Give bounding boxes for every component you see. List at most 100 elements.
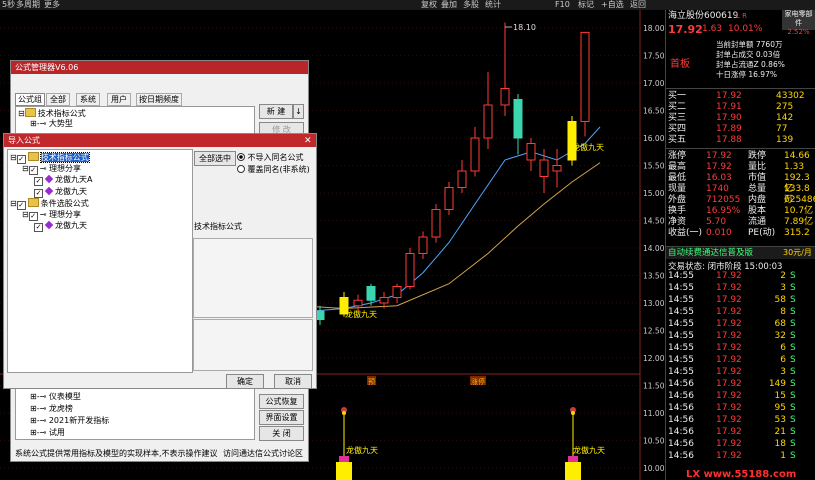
key-icon: ⊸ — [39, 209, 47, 219]
tab-all[interactable]: 全部 — [46, 93, 70, 106]
stat-row: 收益(一) 0.010 PE(动) 315.2 — [668, 228, 810, 238]
tb-multi-period[interactable]: 多周期 — [16, 0, 40, 10]
import-tree-item[interactable]: ⊟ ✓ 条件选股公式 — [10, 198, 89, 210]
import-tree-item[interactable]: ⊟ ✓ ⊸ 理想分享 — [22, 164, 81, 175]
price-tick: 15.50 — [643, 162, 665, 171]
tick-row: 14:55 17.92 68 S — [668, 319, 796, 329]
tick-row: 14:55 17.92 58 S — [668, 295, 796, 305]
price-pct: 10.01% — [728, 24, 763, 34]
tb-mark[interactable]: 标记 — [578, 0, 594, 10]
tb-back[interactable]: 返回 — [630, 0, 646, 10]
tree-item-2021[interactable]: ⊞-⊸ 2021新开发指标 — [30, 416, 109, 426]
ui-settings-button[interactable]: 界面设置 — [259, 410, 304, 425]
price-tick: 16.00 — [643, 134, 665, 143]
candle — [580, 31, 590, 137]
import-tree[interactable]: ⊟ ✓ 技术指标公式 ⊟ ✓ ⊸ 理想分享 ✓ 龙傲九天A ✓ 龙傲九天 ⊟ ✓ 条件选股公式 ⊟ ✓ ⊸ 理… — [7, 149, 193, 373]
signal-label-ind-2: 龙傲九天 — [573, 445, 605, 455]
signal-label-upper: 龙傲九天 — [572, 142, 604, 152]
stat-row: 外盘 712055 内盘 625486 — [668, 195, 815, 205]
ok-button[interactable]: 确定 — [226, 374, 264, 389]
tb-add-watch[interactable]: +自选 — [601, 0, 624, 10]
tree-item-trial[interactable]: ⊞-⊸ 试用 — [30, 428, 65, 438]
key-icon: ⊸ — [39, 416, 47, 425]
tab-system[interactable]: 系统 — [76, 93, 100, 106]
indicator-signal-1: 龙傲九天 — [336, 407, 378, 480]
order-row: 买五 17.88 139 — [668, 135, 794, 145]
tb-fuquan[interactable]: 复权 — [421, 0, 437, 10]
candle — [526, 138, 536, 171]
signal-label-lower: 龙傲九天 — [345, 309, 377, 319]
tick-row: 14:55 17.92 6 S — [668, 343, 796, 353]
checkbox-checked-icon[interactable]: ✓ — [28, 165, 38, 175]
price-tick: 11.00 — [643, 409, 665, 418]
order-row: 买二 17.91 275 — [668, 102, 794, 112]
import-tree-item[interactable]: ⊟ ✓ ⊸ 理想分享 — [22, 209, 81, 221]
tree-item-lhb[interactable]: ⊞-⊸ 龙虎榜 — [30, 404, 73, 414]
candle — [513, 94, 523, 155]
checkbox-checked-icon[interactable]: ✓ — [28, 211, 38, 221]
order-row: 买一 17.92 43302 — [668, 91, 805, 101]
import-tree-item[interactable]: ⊟ ✓ 技术指标公式 — [10, 152, 90, 164]
candle — [567, 116, 577, 166]
candle — [418, 231, 428, 259]
tick-row: 14:56 17.92 18 S — [668, 439, 796, 449]
order-row: 买四 17.89 77 — [668, 124, 788, 134]
tree-item-gauge[interactable]: ⊞-⊸ 仪表模型 — [30, 392, 81, 402]
desc-label: 技术指标公式 — [194, 222, 242, 231]
tick-row: 14:56 17.92 1 S — [668, 451, 796, 461]
indicator-icon — [44, 186, 54, 195]
import-tree-item[interactable]: ✓ 龙傲九天A — [34, 174, 92, 186]
promo-bar[interactable]: 自动续费通达信普及版 30元/月 — [666, 246, 815, 259]
forum-link[interactable]: 访问通达信公式讨论区 — [223, 448, 303, 459]
import-tree-item[interactable]: ✓ 龙傲九天 — [34, 186, 87, 198]
candle — [405, 248, 415, 290]
stat-row: 最低 16.03 市值 192.3亿 — [668, 173, 810, 194]
checkbox-checked-icon[interactable]: ✓ — [34, 188, 43, 198]
tab-user[interactable]: 用户 — [107, 93, 131, 106]
tb-overlay[interactable]: 叠加 — [441, 0, 457, 10]
candle — [470, 127, 480, 177]
tab-group[interactable]: 公式组 — [15, 93, 45, 106]
price-tick: 14.50 — [643, 217, 665, 226]
tb-stats[interactable]: 统计 — [485, 0, 501, 10]
tb-more[interactable]: 更多 — [44, 0, 60, 10]
import-dialog[interactable]: 导入公式 ✕ ⊟ ✓ 技术指标公式 ⊟ ✓ ⊸ 理想分享 ✓ 龙傲九天A ✓ 龙傲九天 ⊟ ✓ 条件选股… — [3, 133, 317, 389]
tree-item-tech[interactable]: ⊟ 技术指标公式 — [18, 108, 86, 118]
tab-date-freq[interactable]: 按日期频度 — [136, 93, 182, 106]
candle — [500, 22, 510, 116]
tb-f10[interactable]: F10 — [555, 0, 570, 10]
new-button[interactable]: 新 建 — [259, 104, 293, 119]
signal-label-ind-1: 龙傲九天 — [346, 445, 378, 455]
tree-item-trend[interactable]: ⊞-⊸ 大势型 — [30, 119, 73, 129]
close-icon[interactable]: ✕ — [304, 136, 312, 146]
checkbox-checked-icon[interactable]: ✓ — [34, 177, 43, 186]
price-tick: 17.50 — [643, 52, 665, 61]
radio-skip-same[interactable]: 不导入同名公式 — [237, 152, 304, 163]
ten-day-limit: 十日涨停 16.97% — [716, 70, 777, 79]
tb-multi-stock[interactable]: 多股 — [463, 0, 479, 10]
key-icon: ⊸ — [39, 428, 47, 437]
key-icon: ⊸ — [39, 119, 47, 128]
price-tick: 18.00 — [643, 24, 665, 33]
tick-list[interactable]: 14:55 17.92 2 S 14:55 17.92 3 S 14:55 17.92 58 S 14:… — [666, 271, 815, 471]
select-all-button[interactable]: 全部选中 — [194, 151, 236, 166]
folder-icon — [27, 152, 39, 161]
new-dropdown-icon[interactable]: ↓ — [293, 104, 304, 119]
price-tick: 12.50 — [643, 327, 665, 336]
promo-text: 自动续费通达信普及版 — [668, 248, 754, 258]
stat-row: 涨停 17.92 跌停 14.66 — [668, 151, 810, 161]
candle — [315, 305, 325, 325]
stat-row: 净资 5.70 流通 7.89亿 — [668, 217, 814, 227]
checkbox-checked-icon[interactable]: ✓ — [34, 223, 43, 232]
radio-overwrite[interactable]: 覆盖同名(非系统) — [237, 164, 310, 175]
tb-5sec[interactable]: 5秒 — [2, 0, 15, 10]
close-button[interactable]: 关 闭 — [259, 426, 304, 441]
price-tick: 10.00 — [643, 464, 665, 473]
restore-button[interactable]: 公式恢复 — [259, 394, 304, 409]
import-tree-item[interactable]: ✓ 龙傲九天 — [34, 220, 87, 232]
price-tick: 13.50 — [643, 272, 665, 281]
stock-flag: L R — [736, 12, 747, 20]
stock-name: 海立股份 — [668, 11, 705, 21]
cancel-button[interactable]: 取消 — [274, 374, 312, 389]
tick-row: 14:55 17.92 3 S — [668, 367, 796, 377]
